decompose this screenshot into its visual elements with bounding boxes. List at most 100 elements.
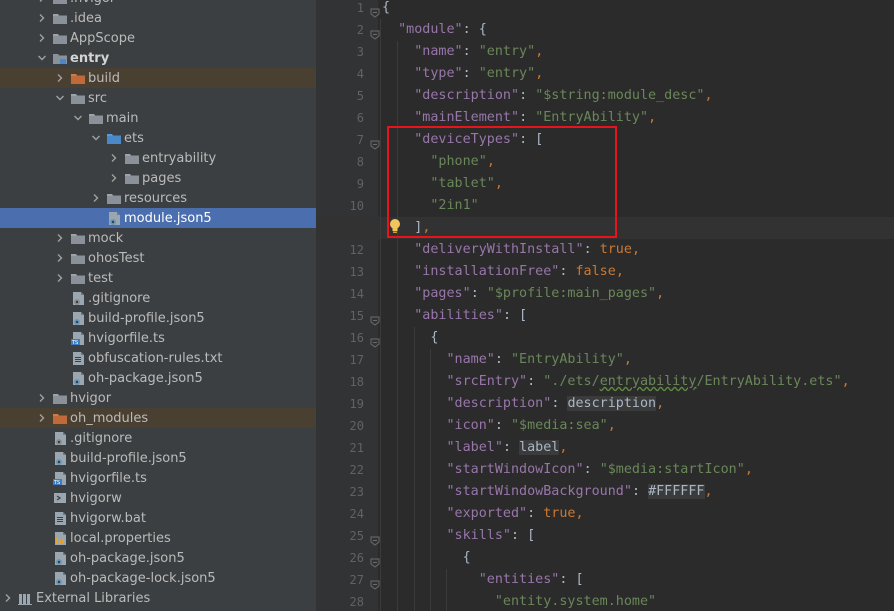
chevron-right-icon[interactable] — [2, 592, 14, 604]
blue-folder-icon — [106, 131, 122, 145]
tree-item-label: ets — [124, 130, 144, 146]
code-line[interactable]: "deliveryWithInstall": true, — [316, 239, 894, 261]
chevron-right-icon[interactable] — [36, 12, 48, 24]
code-line[interactable]: { — [316, 327, 894, 349]
code-line[interactable]: "module": { — [316, 19, 894, 41]
code-line-text: "description": "$string:module_desc", — [414, 88, 713, 103]
code-line-text: "description": description, — [446, 396, 665, 411]
tree-item-test[interactable]: test — [0, 268, 316, 288]
code-line[interactable]: { — [316, 547, 894, 569]
tree-item-hvigorw-bat[interactable]: hvigorw.bat — [0, 508, 316, 528]
text-file-icon — [52, 511, 68, 525]
tree-item-appscope[interactable]: AppScope — [0, 28, 316, 48]
code-line[interactable]: "name": "entry", — [316, 41, 894, 63]
tree-item-hvigorw[interactable]: hvigorw — [0, 488, 316, 508]
tree-item-build[interactable]: build — [0, 68, 316, 88]
tree-item-obfuscation-rules-txt[interactable]: obfuscation-rules.txt — [0, 348, 316, 368]
chevron-right-icon[interactable] — [36, 392, 48, 404]
chevron-right-icon[interactable] — [36, 0, 48, 4]
tree-item-label: External Libraries — [36, 590, 151, 606]
tree-item-hvigorfile-ts[interactable]: TS hvigorfile.ts — [0, 468, 316, 488]
tree-item-label: .gitignore — [70, 430, 133, 446]
tree-item-oh-package-json5[interactable]: oh-package.json5 — [0, 548, 316, 568]
code-line[interactable]: "skills": [ — [316, 525, 894, 547]
chevron-right-icon[interactable] — [36, 32, 48, 44]
tree-item-entryability[interactable]: entryability — [0, 148, 316, 168]
code-line[interactable]: { — [316, 0, 894, 19]
tree-item-build-profile-json5[interactable]: build-profile.json5 — [0, 308, 316, 328]
tree-item-build-profile-json5[interactable]: build-profile.json5 — [0, 448, 316, 468]
tree-item-local-properties[interactable]: local.properties — [0, 528, 316, 548]
json-file-icon — [52, 571, 68, 585]
tree-item-module-json5[interactable]: module.json5 — [0, 208, 316, 228]
tree-item-label: oh-package.json5 — [70, 550, 185, 566]
folder-icon — [88, 111, 104, 125]
tree-item-mock[interactable]: mock — [0, 228, 316, 248]
code-editor[interactable]: 1234567891011121314151617181920212223242… — [316, 0, 894, 611]
chevron-right-icon[interactable] — [108, 152, 120, 164]
code-line[interactable]: "srcEntry": "./ets/entryability/EntryAbi… — [316, 371, 894, 393]
chevron-right-icon[interactable] — [36, 412, 48, 424]
tree-item-label: build-profile.json5 — [88, 310, 205, 326]
tree-item-src[interactable]: src — [0, 88, 316, 108]
code-line-text: { — [382, 550, 471, 565]
chevron-right-icon[interactable] — [108, 172, 120, 184]
tree-item-label: oh_modules — [70, 410, 149, 426]
code-line-text: "entity.system.home" — [494, 594, 657, 609]
lightbulb-icon[interactable] — [388, 218, 402, 234]
tree-item-hvigor[interactable]: hvigor — [0, 388, 316, 408]
code-line[interactable]: "installationFree": false, — [316, 261, 894, 283]
indent-guide — [446, 569, 447, 611]
code-line-text: "startWindowIcon": "$media:startIcon", — [446, 462, 753, 477]
code-line[interactable]: "pages": "$profile:main_pages", — [316, 283, 894, 305]
tree-item-external-libraries[interactable]: External Libraries — [0, 588, 316, 608]
tree-item-hvigorfile-ts[interactable]: TS hvigorfile.ts — [0, 328, 316, 348]
code-line[interactable]: "entities": [ — [316, 569, 894, 591]
code-line[interactable]: "label": label, — [316, 437, 894, 459]
code-line[interactable]: "description": "$string:module_desc", — [316, 85, 894, 107]
tree-item-oh-package-lock-json5[interactable]: oh-package-lock.json5 — [0, 568, 316, 588]
chevron-right-icon[interactable] — [54, 252, 66, 264]
code-line[interactable]: "name": "EntryAbility", — [316, 349, 894, 371]
tree-item-ohostest[interactable]: ohosTest — [0, 248, 316, 268]
tree-item-ets[interactable]: ets — [0, 128, 316, 148]
tree-item-label: build-profile.json5 — [70, 450, 187, 466]
tree-item-entry[interactable]: entry — [0, 48, 316, 68]
code-line[interactable]: "type": "entry", — [316, 63, 894, 85]
code-line[interactable]: "entity.system.home" — [316, 591, 894, 611]
code-line[interactable]: "startWindowBackground": #FFFFFF, — [316, 481, 894, 503]
orange-folder-icon — [70, 71, 86, 85]
chevron-down-icon[interactable] — [36, 52, 48, 64]
tree-item-oh-package-json5[interactable]: oh-package.json5 — [0, 368, 316, 388]
code-line[interactable]: "startWindowIcon": "$media:startIcon", — [316, 459, 894, 481]
code-line[interactable]: "icon": "$media:sea", — [316, 415, 894, 437]
chevron-right-icon[interactable] — [90, 192, 102, 204]
project-tree-panel[interactable]: .hvigor .idea AppScope entry build src main ets… — [0, 0, 316, 611]
tree-item-main[interactable]: main — [0, 108, 316, 128]
code-line[interactable]: "exported": true, — [316, 503, 894, 525]
tree-item-gitignore[interactable]: .gitignore — [0, 288, 316, 308]
tree-item-resources[interactable]: resources — [0, 188, 316, 208]
folder-icon — [52, 31, 68, 45]
chevron-down-icon[interactable] — [54, 92, 66, 104]
tree-item-label: main — [106, 110, 139, 126]
text-file-icon — [70, 351, 86, 365]
folder-icon — [52, 391, 68, 405]
chevron-down-icon[interactable] — [72, 112, 84, 124]
chevron-right-icon[interactable] — [54, 232, 66, 244]
code-line[interactable]: "description": description, — [316, 393, 894, 415]
tree-item-pages[interactable]: pages — [0, 168, 316, 188]
code-line-text: "pages": "$profile:main_pages", — [414, 286, 665, 301]
chevron-down-icon[interactable] — [90, 132, 102, 144]
tree-item-idea[interactable]: .idea — [0, 8, 316, 28]
ts-file-icon: TS — [52, 471, 68, 486]
tree-item-gitignore[interactable]: .gitignore — [0, 428, 316, 448]
module-folder-icon — [52, 51, 68, 65]
tree-item-hvigor[interactable]: .hvigor — [0, 0, 316, 8]
code-line-text: { — [382, 330, 439, 345]
code-line[interactable]: "abilities": [ — [316, 305, 894, 327]
tree-item-oh-modules[interactable]: oh_modules — [0, 408, 316, 428]
chevron-right-icon[interactable] — [54, 272, 66, 284]
chevron-right-icon[interactable] — [54, 72, 66, 84]
code-line-text: { — [382, 0, 391, 15]
